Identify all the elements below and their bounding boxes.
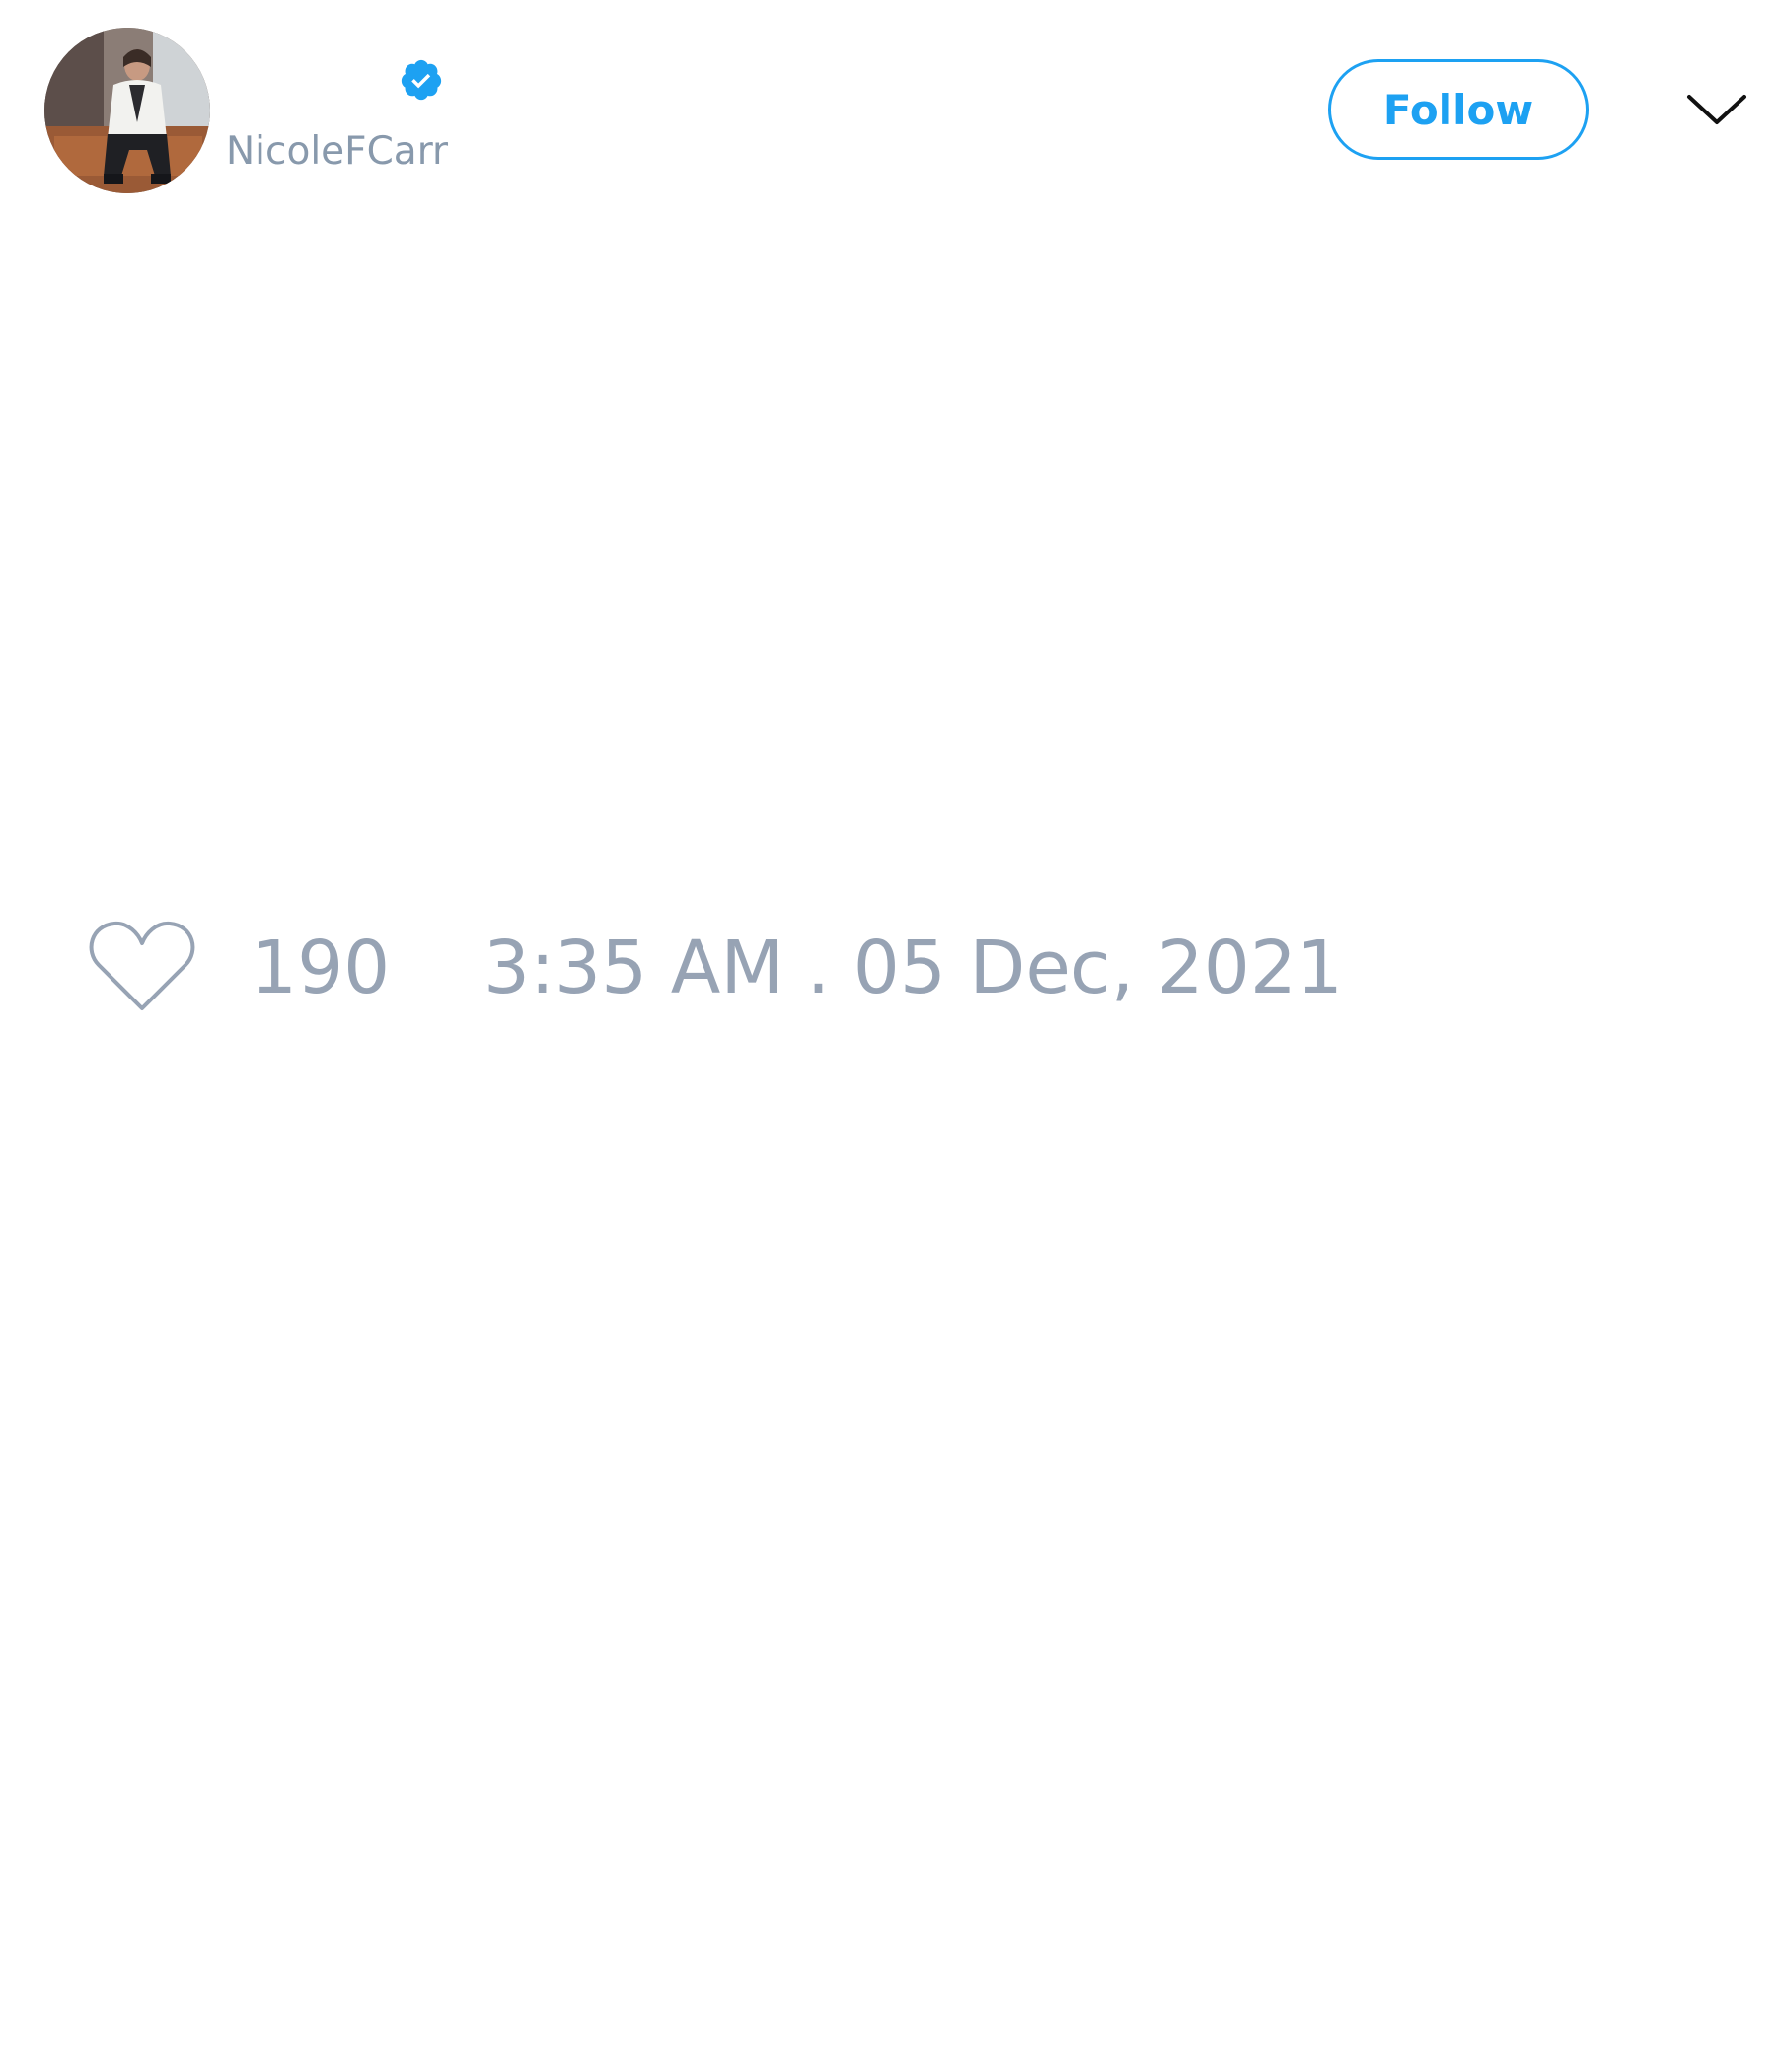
verified-badge-icon — [399, 57, 444, 103]
avatar[interactable] — [44, 28, 210, 193]
tweet-card: NicoleFCarr Follow 190 3:35 AM . 05 Dec,… — [0, 0, 1776, 2072]
chevron-down-icon[interactable] — [1685, 83, 1748, 136]
heart-icon[interactable] — [87, 916, 197, 1014]
author-handle[interactable]: NicoleFCarr — [226, 124, 448, 180]
profile-photo — [44, 28, 210, 193]
tweet-timestamp[interactable]: 3:35 AM . 05 Dec, 2021 — [483, 924, 1343, 1012]
like-count: 190 — [251, 925, 391, 1010]
follow-button[interactable]: Follow — [1328, 59, 1589, 160]
